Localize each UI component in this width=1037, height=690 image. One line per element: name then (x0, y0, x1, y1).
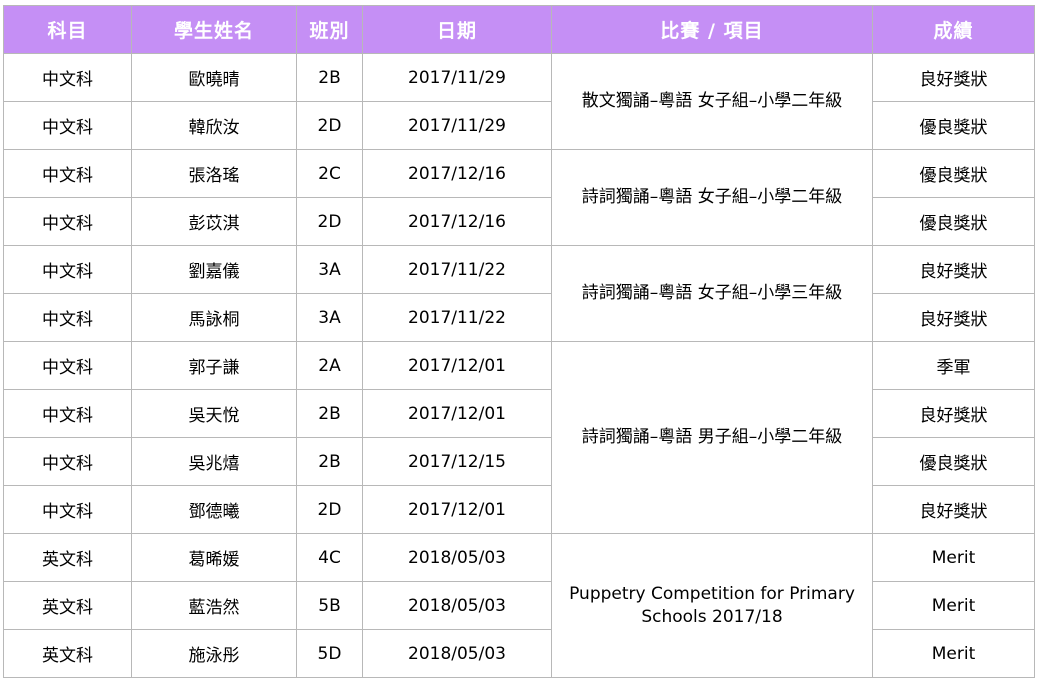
cell-subject: 中文科 (3, 293, 132, 342)
cell-student-name: 劉嘉儀 (131, 245, 297, 294)
cell-subject: 中文科 (3, 245, 132, 294)
cell-result: 季軍 (872, 341, 1035, 390)
cell-student-name: 歐曉晴 (131, 53, 297, 102)
cell-result: Merit (872, 581, 1035, 630)
header-event: 比賽 / 項目 (551, 5, 873, 54)
cell-student-name: 郭子謙 (131, 341, 297, 390)
cell-subject: 中文科 (3, 485, 132, 534)
cell-subject: 中文科 (3, 149, 132, 198)
cell-class: 5D (296, 629, 363, 678)
header-class: 班別 (296, 5, 363, 54)
cell-student-name: 藍浩然 (131, 581, 297, 630)
table-row: 中文科 吳天悅 2B 2017/12/01 良好獎狀 (3, 389, 1035, 438)
header-date: 日期 (362, 5, 552, 54)
cell-class: 2B (296, 437, 363, 486)
cell-date: 2017/11/29 (362, 101, 552, 150)
cell-class: 2B (296, 53, 363, 102)
cell-student-name: 吳天悅 (131, 389, 297, 438)
header-row: 科目 學生姓名 班別 日期 比賽 / 項目 成績 (3, 5, 1035, 54)
cell-class: 3A (296, 245, 363, 294)
table-row: 英文科 施泳彤 5D 2018/05/03 Merit (3, 629, 1035, 678)
cell-date: 2017/12/16 (362, 149, 552, 198)
cell-event: Puppetry Competition for Primary Schools… (551, 533, 873, 678)
cell-date: 2017/12/01 (362, 389, 552, 438)
cell-student-name: 施泳彤 (131, 629, 297, 678)
cell-subject: 英文科 (3, 629, 132, 678)
cell-student-name: 鄧德曦 (131, 485, 297, 534)
cell-date: 2017/12/01 (362, 341, 552, 390)
cell-subject: 中文科 (3, 437, 132, 486)
cell-class: 3A (296, 293, 363, 342)
cell-date: 2018/05/03 (362, 533, 552, 582)
cell-date: 2017/12/16 (362, 197, 552, 246)
table-row: 中文科 韓欣汝 2D 2017/11/29 優良獎狀 (3, 101, 1035, 150)
cell-student-name: 吳兆熺 (131, 437, 297, 486)
table-row: 中文科 歐曉晴 2B 2017/11/29 散文獨誦–粵語 女子組–小學二年級 … (3, 53, 1035, 150)
cell-student-name: 馬詠桐 (131, 293, 297, 342)
cell-date: 2017/11/22 (362, 245, 552, 294)
cell-event: 詩詞獨誦–粵語 女子組–小學二年級 (551, 149, 873, 246)
cell-event: 散文獨誦–粵語 女子組–小學二年級 (551, 53, 873, 150)
cell-student-name: 韓欣汝 (131, 101, 297, 150)
cell-class: 2D (296, 101, 363, 150)
cell-result: 優良獎狀 (872, 197, 1035, 246)
table-row: 中文科 張洛瑤 2C 2017/12/16 詩詞獨誦–粵語 女子組–小學二年級 … (3, 149, 1035, 246)
cell-class: 4C (296, 533, 363, 582)
cell-subject: 中文科 (3, 341, 132, 390)
table-row: 中文科 馬詠桐 3A 2017/11/22 良好獎狀 (3, 293, 1035, 342)
cell-student-name: 張洛瑤 (131, 149, 297, 198)
cell-date: 2017/11/29 (362, 53, 552, 102)
cell-student-name: 葛晞媛 (131, 533, 297, 582)
cell-result: 良好獎狀 (872, 485, 1035, 534)
table-header: 科目 學生姓名 班別 日期 比賽 / 項目 成績 (3, 5, 1035, 54)
cell-student-name: 彭苡淇 (131, 197, 297, 246)
cell-date: 2017/12/01 (362, 485, 552, 534)
header-subject: 科目 (3, 5, 132, 54)
table-row: 中文科 吳兆熺 2B 2017/12/15 優良獎狀 (3, 437, 1035, 486)
cell-date: 2018/05/03 (362, 581, 552, 630)
cell-subject: 中文科 (3, 389, 132, 438)
cell-result: 優良獎狀 (872, 437, 1035, 486)
cell-subject: 中文科 (3, 53, 132, 102)
cell-date: 2017/11/22 (362, 293, 552, 342)
cell-event: 詩詞獨誦–粵語 男子組–小學二年級 (551, 341, 873, 534)
cell-result: 優良獎狀 (872, 149, 1035, 198)
cell-date: 2017/12/15 (362, 437, 552, 486)
cell-class: 2D (296, 485, 363, 534)
cell-result: 良好獎狀 (872, 389, 1035, 438)
table-row: 中文科 劉嘉儀 3A 2017/11/22 詩詞獨誦–粵語 女子組–小學三年級 … (3, 245, 1035, 342)
cell-subject: 英文科 (3, 581, 132, 630)
cell-class: 2A (296, 341, 363, 390)
cell-class: 2C (296, 149, 363, 198)
header-result: 成績 (872, 5, 1035, 54)
table-body: 中文科 歐曉晴 2B 2017/11/29 散文獨誦–粵語 女子組–小學二年級 … (3, 53, 1035, 678)
table-row: 英文科 葛晞媛 4C 2018/05/03 Puppetry Competiti… (3, 533, 1035, 678)
cell-subject: 英文科 (3, 533, 132, 582)
cell-class: 5B (296, 581, 363, 630)
cell-result: 優良獎狀 (872, 101, 1035, 150)
table-row: 英文科 藍浩然 5B 2018/05/03 Merit (3, 581, 1035, 630)
cell-event: 詩詞獨誦–粵語 女子組–小學三年級 (551, 245, 873, 342)
cell-date: 2018/05/03 (362, 629, 552, 678)
cell-subject: 中文科 (3, 101, 132, 150)
cell-result: 良好獎狀 (872, 293, 1035, 342)
cell-subject: 中文科 (3, 197, 132, 246)
header-student-name: 學生姓名 (131, 5, 297, 54)
cell-class: 2D (296, 197, 363, 246)
table-row: 中文科 郭子謙 2A 2017/12/01 詩詞獨誦–粵語 男子組–小學二年級 … (3, 341, 1035, 534)
cell-result: Merit (872, 533, 1035, 582)
table-row: 中文科 鄧德曦 2D 2017/12/01 良好獎狀 (3, 485, 1035, 534)
cell-class: 2B (296, 389, 363, 438)
awards-table: 科目 學生姓名 班別 日期 比賽 / 項目 成績 中文科 歐曉晴 2B 2017… (3, 5, 1035, 678)
cell-result: Merit (872, 629, 1035, 678)
cell-result: 良好獎狀 (872, 53, 1035, 102)
cell-result: 良好獎狀 (872, 245, 1035, 294)
table-row: 中文科 彭苡淇 2D 2017/12/16 優良獎狀 (3, 197, 1035, 246)
